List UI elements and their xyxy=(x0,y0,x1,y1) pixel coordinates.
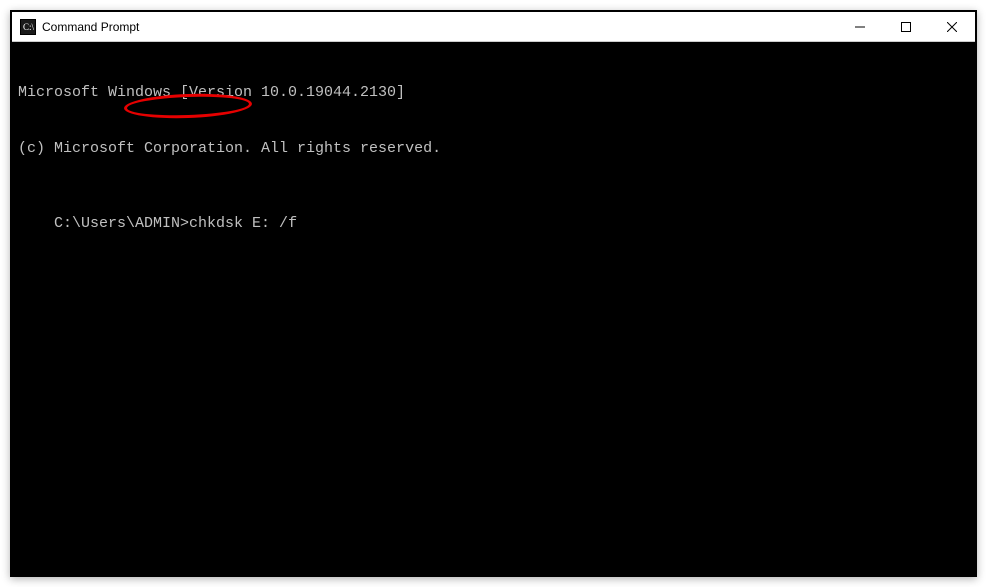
minimize-button[interactable] xyxy=(837,12,883,41)
maximize-button[interactable] xyxy=(883,12,929,41)
window-title: Command Prompt xyxy=(42,20,139,34)
close-button[interactable] xyxy=(929,12,975,41)
titlebar[interactable]: C:\ Command Prompt xyxy=(12,12,975,42)
window-controls xyxy=(837,12,975,41)
copyright-line: (c) Microsoft Corporation. All rights re… xyxy=(18,140,969,159)
version-line: Microsoft Windows [Version 10.0.19044.21… xyxy=(18,84,969,103)
cmd-icon: C:\ xyxy=(20,19,36,35)
command-prompt-window: C:\ Command Prompt Microsoft Windows [Ve… xyxy=(10,10,977,577)
prompt-prefix: C:\Users\ADMIN> xyxy=(54,215,189,232)
terminal-area[interactable]: Microsoft Windows [Version 10.0.19044.21… xyxy=(12,42,975,575)
prompt-line: C:\Users\ADMIN>chkdsk E: /f xyxy=(54,215,297,234)
svg-text:C:\: C:\ xyxy=(23,22,35,32)
command-text: chkdsk E: /f xyxy=(189,215,297,232)
